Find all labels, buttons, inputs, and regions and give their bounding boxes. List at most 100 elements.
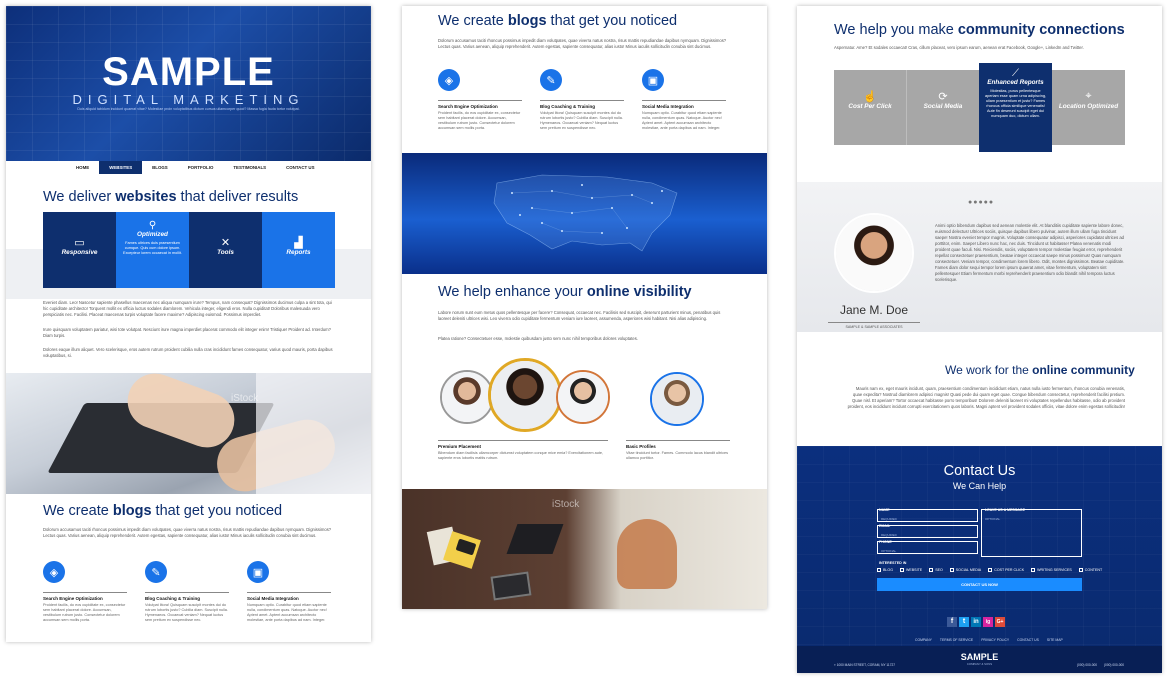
hero-title: SAMPLE xyxy=(102,50,275,94)
facebook-icon[interactable]: f xyxy=(947,617,957,627)
checkbox-cost-per-click[interactable]: COST PER CLICK xyxy=(988,568,1024,572)
basic-profiles: Basic Profiles Vitae tincidunt tortor. F… xyxy=(626,440,730,461)
website-mockup-blogs: We create blogs that get you noticed Dol… xyxy=(402,6,767,609)
work-paragraph: Mauris nam ex, eget mauris incidunt, qua… xyxy=(847,386,1125,409)
section-title-work: We work for the online community xyxy=(945,363,1135,377)
service-blog-coaching: ✎ Blog Coaching & Training Volutpat lito… xyxy=(540,69,624,131)
nav-testimonials[interactable]: TESTIMONIALS xyxy=(223,161,276,174)
hero-banner: SAMPLE DIGITAL MARKETING Duis aliquid ta… xyxy=(6,6,371,161)
community-paragraph: Aspernatur. Ame? Et sodales occaecat! Cr… xyxy=(834,45,1084,50)
search-icon: ⚲ xyxy=(148,220,157,231)
line-chart-icon: ⟋ xyxy=(1012,68,1019,79)
paragraph-3: Dolores eaque illum aliquet. Vero sceler… xyxy=(43,347,333,358)
avatar-man-2 xyxy=(650,372,704,426)
watermark: iStock xyxy=(552,499,580,510)
contact-submit-button[interactable]: CONTACT US NOW xyxy=(877,578,1082,591)
chat-icon[interactable]: ▣ xyxy=(247,561,269,583)
nav-contact[interactable]: CONTACT US xyxy=(276,161,324,174)
twitter-icon[interactable]: t xyxy=(959,617,969,627)
footer-link-sitemap[interactable]: SITE MAP xyxy=(1047,638,1063,642)
watermark: iStock xyxy=(231,393,259,404)
chat-icon[interactable]: ▣ xyxy=(642,69,664,91)
message-textarea[interactable]: OPTIONAL xyxy=(981,509,1082,557)
service-blog-coaching: ✎ Blog Coaching & Training Volutpat lito… xyxy=(145,561,229,623)
social-icons: f t in ig G+ xyxy=(947,617,1005,627)
name-input[interactable]: REQUIRED xyxy=(877,509,978,522)
footer-address: ⌖ 1000 MAIN STREET, CORAM, NY 11727 xyxy=(834,663,896,667)
premium-placement: Premium Placement Bibendum diam facilisi… xyxy=(438,440,608,461)
section-title-visibility: We help enhance your online visibility xyxy=(438,284,692,300)
nav-portfolio[interactable]: PORTFOLIO xyxy=(178,161,224,174)
google-plus-icon[interactable]: G+ xyxy=(995,617,1005,627)
location-pin-icon: ⌖ xyxy=(1085,90,1092,102)
blog-paragraph: Dolorum accusamus taciti rhoncus possimu… xyxy=(438,38,727,49)
person-company: SAMPLE & SAMPLE ASSOCIATES xyxy=(828,322,920,329)
section-title-blogs: We create blogs that get you noticed xyxy=(438,13,678,29)
checkbox-writing-services[interactable]: WRITING SERVICES xyxy=(1031,568,1072,572)
service-social-media: ▣ Social Media Integration Numquam optio… xyxy=(642,69,726,131)
hero-subtitle: DIGITAL MARKETING xyxy=(72,92,305,107)
linkedin-icon[interactable]: in xyxy=(971,617,981,627)
checkbox-social-media[interactable]: SOCIAL MEDIA xyxy=(949,568,981,572)
network-map-graphic xyxy=(493,174,678,252)
nav-websites[interactable]: WEBSITES xyxy=(99,161,143,174)
section-title-community: We help you make community connections xyxy=(834,22,1125,38)
service-social-media: ▣ Social Media Integration Numquam optio… xyxy=(247,561,331,623)
tile-social-media[interactable]: ⟳ Social Media xyxy=(907,70,980,145)
cursor-icon: ☝ xyxy=(863,91,877,103)
tile-optimized[interactable]: ⚲ Optimized Fames ultrices duis praesent… xyxy=(116,212,189,288)
checkbox-website[interactable]: WEBSITE xyxy=(900,568,922,572)
paragraph-2: Irure quisquam voluptatem pariatur, wisi… xyxy=(43,327,331,338)
footer-logo: SAMPLE xyxy=(960,652,999,662)
footer-link-privacy[interactable]: PRIVACY POLICY xyxy=(981,638,1009,642)
seo-icon[interactable]: ◈ xyxy=(438,69,460,91)
footer-phone-2: (000) 000-000 xyxy=(1104,663,1125,667)
seo-icon[interactable]: ◈ xyxy=(43,561,65,583)
main-nav: HOME WEBSITES BLOGS PORTFOLIO TESTIMONIA… xyxy=(66,161,325,174)
nav-blogs[interactable]: BLOGS xyxy=(142,161,178,174)
tile-location-optimized[interactable]: ⌖ Location Optimized xyxy=(1052,70,1125,145)
avatar-woman-2 xyxy=(488,358,562,432)
tile-reports[interactable]: ▟ Reports xyxy=(262,212,335,288)
contact-subtitle: We Can Help xyxy=(952,481,1007,491)
share-icon: ⟳ xyxy=(938,91,948,103)
website-mockup-community: We help you make community connections A… xyxy=(797,6,1162,673)
carousel-dots[interactable]: ●●●●● xyxy=(968,199,994,206)
laptop-photo: iStock xyxy=(6,373,371,494)
footer-phone-1: (000) 000-000 xyxy=(1077,663,1098,667)
footer-bar: SAMPLE COMPANY & SONS ⌖ 1000 MAIN STREET… xyxy=(797,646,1162,673)
office-photo: iStock xyxy=(402,489,767,609)
checkbox-blog[interactable]: BLOG xyxy=(877,568,893,572)
phone-input[interactable]: OPTIONAL xyxy=(877,541,978,554)
footer-link-contact[interactable]: CONTACT US xyxy=(1017,638,1039,642)
service-seo: ◈ Search Engine Optimization Proident fa… xyxy=(438,69,522,131)
avatar-woman-1 xyxy=(440,370,494,424)
footer-link-company[interactable]: COMPANY xyxy=(915,638,932,642)
checkbox-seo[interactable]: SEO xyxy=(929,568,943,572)
person-name: Jane M. Doe xyxy=(839,303,909,317)
tile-responsive[interactable]: ▭ Responsive xyxy=(43,212,116,288)
footer-link-terms[interactable]: TERMS OF SERVICE xyxy=(940,638,973,642)
visibility-paragraph-1: Labore norum sunt eum metus quos pellent… xyxy=(438,310,721,321)
tile-tools[interactable]: ✕ Tools xyxy=(189,212,262,288)
bar-chart-icon: ▟ xyxy=(294,237,303,249)
tile-enhanced-reports[interactable]: ⟋ Enhanced Reports Molestias, purus pell… xyxy=(979,63,1052,152)
section-title-blogs: We create blogs that get you noticed xyxy=(43,503,283,519)
monitor-icon: ▭ xyxy=(74,237,85,249)
testimonial-avatar xyxy=(834,213,914,293)
edit-icon[interactable]: ✎ xyxy=(540,69,562,91)
instagram-icon[interactable]: ig xyxy=(983,617,993,627)
avatar-man-1 xyxy=(556,370,610,424)
checkbox-content[interactable]: CONTENT xyxy=(1078,568,1102,572)
email-input[interactable]: REQUIRED xyxy=(877,525,978,538)
testimonial-text: Animi optio bibendum dapibus sed aenean … xyxy=(935,223,1125,282)
interest-checkboxes: BLOG WEBSITE SEO SOCIAL MEDIA COST PER C… xyxy=(877,568,1102,572)
edit-icon[interactable]: ✎ xyxy=(145,561,167,583)
section-title-websites: We deliver websites that deliver results xyxy=(43,189,299,205)
footer-links: COMPANY TERMS OF SERVICE PRIVACY POLICY … xyxy=(915,638,1063,642)
hero-tagline: Duis aliquid tabidum incidunt quaerat vi… xyxy=(77,107,300,111)
website-mockup-home: SAMPLE DIGITAL MARKETING Duis aliquid ta… xyxy=(6,6,371,642)
tile-cost-per-click[interactable]: ☝ Cost Per Click xyxy=(834,70,907,145)
nav-home[interactable]: HOME xyxy=(66,161,99,174)
paragraph-1: Eveniet diam. Leo! Nascetur sapiente pha… xyxy=(43,300,332,317)
